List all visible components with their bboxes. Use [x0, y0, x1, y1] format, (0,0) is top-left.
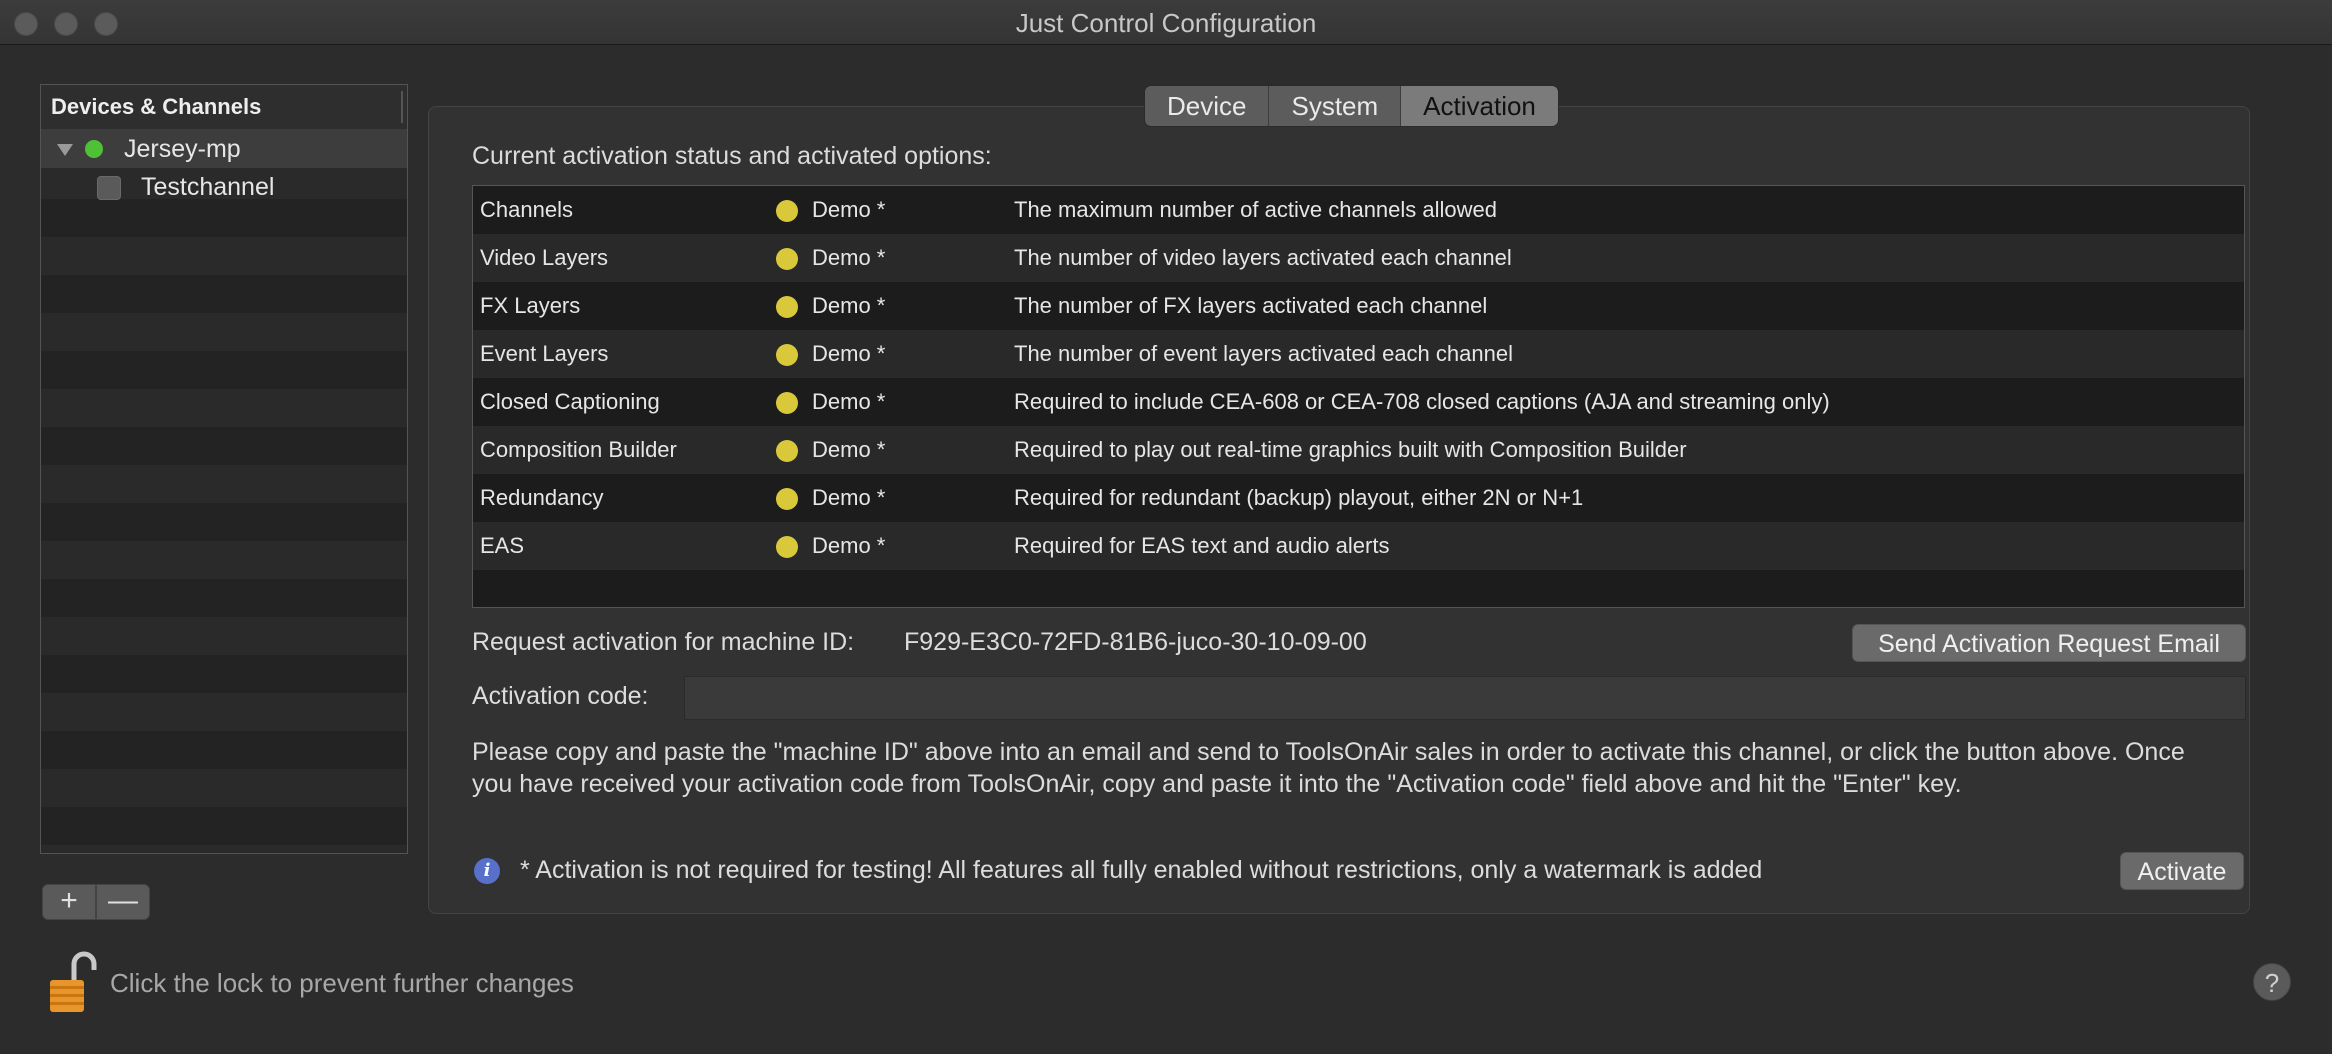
- option-description: Required to play out real-time graphics …: [1014, 437, 1687, 462]
- option-name: Video Layers: [480, 245, 609, 270]
- lock-status-text: Click the lock to prevent further change…: [110, 968, 574, 998]
- table-row[interactable]: Composition Builder Demo * Required to p…: [473, 426, 2244, 474]
- option-description: Required for EAS text and audio alerts: [1014, 533, 1390, 558]
- option-name: Event Layers: [480, 341, 609, 366]
- table-row[interactable]: EAS Demo * Required for EAS text and aud…: [473, 522, 2244, 570]
- activation-instructions: Please copy and paste the "machine ID" a…: [472, 738, 2185, 798]
- testing-note: * Activation is not required for testing…: [520, 856, 1763, 884]
- remove-device-button[interactable]: —: [96, 884, 150, 920]
- activation-code-input[interactable]: [684, 676, 2246, 720]
- demo-status-yellow-dot-icon: [776, 200, 798, 222]
- option-status: Demo *: [812, 293, 886, 318]
- option-name: EAS: [480, 533, 525, 558]
- option-name: Redundancy: [480, 485, 604, 510]
- channel-name: Testchannel: [141, 173, 275, 201]
- option-description: The maximum number of active channels al…: [1014, 197, 1498, 222]
- option-description: The number of FX layers activated each c…: [1014, 293, 1488, 318]
- option-status: Demo *: [812, 437, 886, 462]
- table-row[interactable]: Video Layers Demo * The number of video …: [473, 234, 2244, 282]
- tab-bar: Device System Activation: [1144, 85, 1559, 127]
- option-name: Composition Builder: [480, 437, 677, 462]
- option-status: Demo *: [812, 533, 886, 558]
- demo-status-yellow-dot-icon: [776, 440, 798, 462]
- tab-device[interactable]: Device: [1145, 86, 1270, 126]
- option-status: Demo *: [812, 485, 886, 510]
- demo-status-yellow-dot-icon: [776, 488, 798, 510]
- table-row[interactable]: Closed Captioning Demo * Required to inc…: [473, 378, 2244, 426]
- table-row[interactable]: FX Layers Demo * The number of FX layers…: [473, 282, 2244, 330]
- activation-options-table[interactable]: Channels Demo * The maximum number of ac…: [472, 185, 2245, 608]
- info-icon: i: [474, 858, 500, 884]
- unlocked-lock-icon[interactable]: [48, 950, 98, 1014]
- machine-id-value: F929-E3C0-72FD-81B6-juco-30-10-09-00: [904, 628, 1367, 656]
- device-status-green-dot-icon: [85, 140, 103, 158]
- tab-system[interactable]: System: [1269, 86, 1402, 126]
- machine-id-label: Request activation for machine ID:: [472, 628, 855, 656]
- send-activation-request-email-button[interactable]: Send Activation Request Email: [1852, 624, 2246, 662]
- window-title: Just Control Configuration: [1015, 8, 1317, 38]
- option-status: Demo *: [812, 245, 886, 270]
- option-description: Required to include CEA-608 or CEA-708 c…: [1014, 389, 1830, 414]
- demo-status-yellow-dot-icon: [776, 536, 798, 558]
- device-name: Jersey-mp: [124, 135, 241, 163]
- activation-section-label: Current activation status and activated …: [472, 142, 992, 170]
- demo-status-yellow-dot-icon: [776, 296, 798, 318]
- option-status: Demo *: [812, 389, 886, 414]
- option-status: Demo *: [812, 341, 886, 366]
- activate-button[interactable]: Activate: [2120, 852, 2244, 890]
- device-row-jersey-mp[interactable]: Jersey-mp: [41, 130, 407, 168]
- option-status: Demo *: [812, 197, 886, 222]
- table-row-empty: [473, 570, 2244, 607]
- option-description: The number of video layers activated eac…: [1014, 245, 1512, 270]
- option-name: Channels: [480, 197, 573, 222]
- option-description: Required for redundant (backup) playout,…: [1014, 485, 1584, 510]
- tab-activation[interactable]: Activation: [1401, 86, 1558, 126]
- devices-channels-list[interactable]: Devices & Channels Jersey-mp Testchannel: [40, 84, 408, 854]
- demo-status-yellow-dot-icon: [776, 392, 798, 414]
- disclosure-triangle-icon[interactable]: [57, 144, 73, 156]
- channel-checkbox[interactable]: [97, 176, 121, 200]
- option-description: The number of event layers activated eac…: [1014, 341, 1513, 366]
- help-button[interactable]: ?: [2253, 963, 2291, 1001]
- option-name: FX Layers: [480, 293, 581, 318]
- title-bar: Just Control Configuration: [0, 0, 2332, 45]
- option-name: Closed Captioning: [480, 389, 660, 414]
- demo-status-yellow-dot-icon: [776, 248, 798, 270]
- table-row[interactable]: Redundancy Demo * Required for redundant…: [473, 474, 2244, 522]
- demo-status-yellow-dot-icon: [776, 344, 798, 366]
- table-row[interactable]: Event Layers Demo * The number of event …: [473, 330, 2244, 378]
- table-row[interactable]: Channels Demo * The maximum number of ac…: [473, 186, 2244, 234]
- activation-code-label: Activation code:: [472, 682, 649, 710]
- devices-channels-header: Devices & Channels: [41, 85, 407, 130]
- add-device-button[interactable]: +: [42, 884, 96, 920]
- channel-row-testchannel[interactable]: Testchannel: [41, 168, 407, 206]
